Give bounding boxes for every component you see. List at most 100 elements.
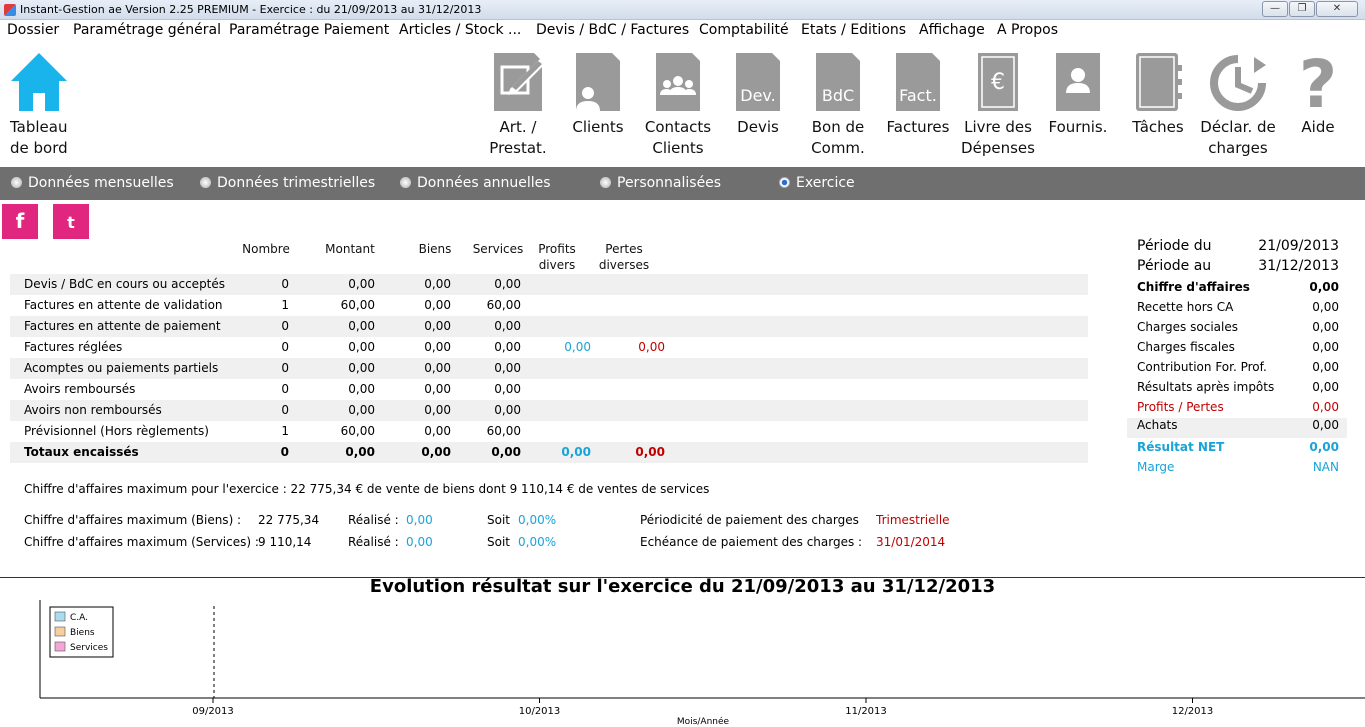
cell-services: 0,00 xyxy=(494,403,521,417)
menu-dossier[interactable]: Dossier xyxy=(7,22,59,38)
x-tick-label: 11/2013 xyxy=(845,706,887,717)
summary-value: 0,00 xyxy=(1312,360,1339,374)
supplier-icon xyxy=(1056,53,1100,111)
cell-biens: 0,00 xyxy=(424,403,451,417)
table-row: Prévisionnel (Hors règlements) 1 60,00 0,00… xyxy=(10,421,1088,442)
menu-parametrage-paiement[interactable]: Paramétrage Paiement xyxy=(229,22,389,38)
period-exercise-option[interactable]: Exercice xyxy=(779,175,855,191)
cell-nombre: 0 xyxy=(280,445,289,459)
summary-value: 0,00 xyxy=(1309,280,1339,294)
period-quarterly-label: Données trimestrielles xyxy=(217,175,376,191)
period-end-label: Période au xyxy=(1137,258,1212,274)
soit-biens-value: 0,00% xyxy=(518,513,557,527)
summary-line: Contribution For. Prof. 0,00 xyxy=(1137,360,1339,380)
cell-montant: 0,00 xyxy=(348,319,375,333)
realise-services-label: Réalisé : xyxy=(348,535,399,549)
cell-services: 0,00 xyxy=(494,361,521,375)
help-glyph: ? xyxy=(1299,51,1337,113)
bdc-label: Bon de Comm. xyxy=(811,118,865,157)
cell-services: 0,00 xyxy=(494,319,521,333)
periodicite-label: Périodicité de paiement des charges xyxy=(640,513,859,527)
help-question-icon: ? xyxy=(1299,51,1337,113)
menu-articles-stock[interactable]: Articles / Stock ... xyxy=(399,22,521,38)
articles-button[interactable]: Art. / Prestat. xyxy=(478,51,558,159)
twitter-button[interactable]: t xyxy=(53,204,89,239)
summary-label: Chiffre d'affaires xyxy=(1137,280,1250,294)
summary-value: 0,00 xyxy=(1312,418,1339,432)
cell-biens: 0,00 xyxy=(421,445,451,459)
period-quarterly-option[interactable]: Données trimestrielles xyxy=(200,175,375,191)
declaration-button[interactable]: Déclar. de charges xyxy=(1198,51,1278,159)
contacts-button[interactable]: Contacts Clients xyxy=(638,51,718,159)
legend-swatch xyxy=(54,641,66,652)
menu-etats-editions[interactable]: Etats / Editions xyxy=(801,22,906,38)
soit-biens-label: Soit xyxy=(487,513,510,527)
table-row: Factures en attente de validation 1 60,00 0… xyxy=(10,295,1088,316)
summary-value: NAN xyxy=(1312,460,1339,474)
cell-profits: 0,00 xyxy=(561,445,591,459)
period-start: Période du 21/09/2013 xyxy=(1137,238,1339,258)
expenses-book-icon: € xyxy=(978,53,1018,111)
period-annual-option[interactable]: Données annuelles xyxy=(400,175,551,191)
cell-nombre: 0 xyxy=(281,403,289,417)
contacts-label: Contacts Clients xyxy=(644,118,712,157)
summary-line: Charges sociales 0,00 xyxy=(1137,320,1339,340)
summary-line: Marge NAN xyxy=(1137,460,1339,480)
devis-button[interactable]: Dev. Devis xyxy=(718,51,798,138)
cell-nombre: 1 xyxy=(281,298,289,312)
period-custom-option[interactable]: Personnalisées xyxy=(600,175,721,191)
table-row: Avoirs remboursés 0 0,00 0,00 0,00 xyxy=(10,379,1088,400)
cell-pertes: 0,00 xyxy=(638,340,665,354)
evolution-chart: 09/2013 10/2013 11/2013 12/2013 Mois/Année C.… xyxy=(39,600,1365,727)
row-label: Acomptes ou paiements partiels xyxy=(24,361,219,375)
minimize-button[interactable]: — xyxy=(1262,1,1288,17)
summary-value: 0,00 xyxy=(1309,440,1339,454)
menu-devis-bdc-factures[interactable]: Devis / BdC / Factures xyxy=(536,22,689,38)
period-monthly-option[interactable]: Données mensuelles xyxy=(11,175,174,191)
bdc-badge: BdC xyxy=(822,86,854,105)
table-row: Factures réglées 0 0,00 0,00 0,00 0,00 0,00 xyxy=(10,337,1088,358)
depenses-label: Livre des Dépenses xyxy=(961,118,1035,157)
clients-label: Clients xyxy=(572,118,624,136)
depenses-button[interactable]: € Livre des Dépenses xyxy=(958,51,1038,159)
taches-button[interactable]: Tâches xyxy=(1118,51,1198,138)
twitter-icon: t xyxy=(67,213,75,232)
row-label: Factures réglées xyxy=(24,340,123,354)
cell-montant: 0,00 xyxy=(348,382,375,396)
cell-nombre: 0 xyxy=(281,340,289,354)
articles-label: Art. / Prestat. xyxy=(489,118,547,157)
radio-icon xyxy=(400,177,411,188)
menu-affichage[interactable]: Affichage xyxy=(919,22,985,38)
menu-parametrage-general[interactable]: Paramétrage général xyxy=(73,22,221,38)
fournisseurs-button[interactable]: Fournis. xyxy=(1038,51,1118,138)
summary-label: Marge xyxy=(1137,460,1175,474)
echeance-value: 31/01/2014 xyxy=(876,535,946,549)
bdc-button[interactable]: BdC Bon de Comm. xyxy=(798,51,878,159)
echeance-label: Echéance de paiement des charges : xyxy=(640,535,863,549)
max-ca-biens-value: 22 775,34 xyxy=(258,513,320,527)
aide-button[interactable]: ? Aide xyxy=(1278,51,1358,138)
table-row: Devis / BdC en cours ou acceptés 0 0,00 0,0… xyxy=(10,274,1088,295)
summary-value: 0,00 xyxy=(1312,400,1339,414)
close-button[interactable]: ✕ xyxy=(1316,1,1358,17)
menu-comptabilite[interactable]: Comptabilité xyxy=(699,22,789,38)
restore-button[interactable]: ❐ xyxy=(1289,1,1315,17)
clients-button[interactable]: Clients xyxy=(558,51,638,138)
app-logo-icon xyxy=(4,4,16,16)
period-end-value: 31/12/2013 xyxy=(1258,258,1339,274)
header-services: Services xyxy=(472,242,524,256)
realise-biens-label: Réalisé : xyxy=(348,513,399,527)
radio-icon xyxy=(11,177,22,188)
x-tick-label: 12/2013 xyxy=(1172,706,1214,717)
factures-button[interactable]: Fact. Factures xyxy=(878,51,958,138)
cell-profits: 0,00 xyxy=(564,340,591,354)
cell-montant: 0,00 xyxy=(348,403,375,417)
cell-nombre: 0 xyxy=(281,277,289,291)
dashboard-button[interactable]: Tableau de bord xyxy=(0,51,78,159)
tasks-notebook-icon xyxy=(1136,53,1182,111)
summary-line: Achats 0,00 xyxy=(1127,418,1347,438)
facebook-button[interactable]: f xyxy=(2,204,38,239)
menu-a-propos[interactable]: A Propos xyxy=(997,22,1058,38)
cell-services: 0,00 xyxy=(494,340,521,354)
header-montant: Montant xyxy=(325,242,375,256)
